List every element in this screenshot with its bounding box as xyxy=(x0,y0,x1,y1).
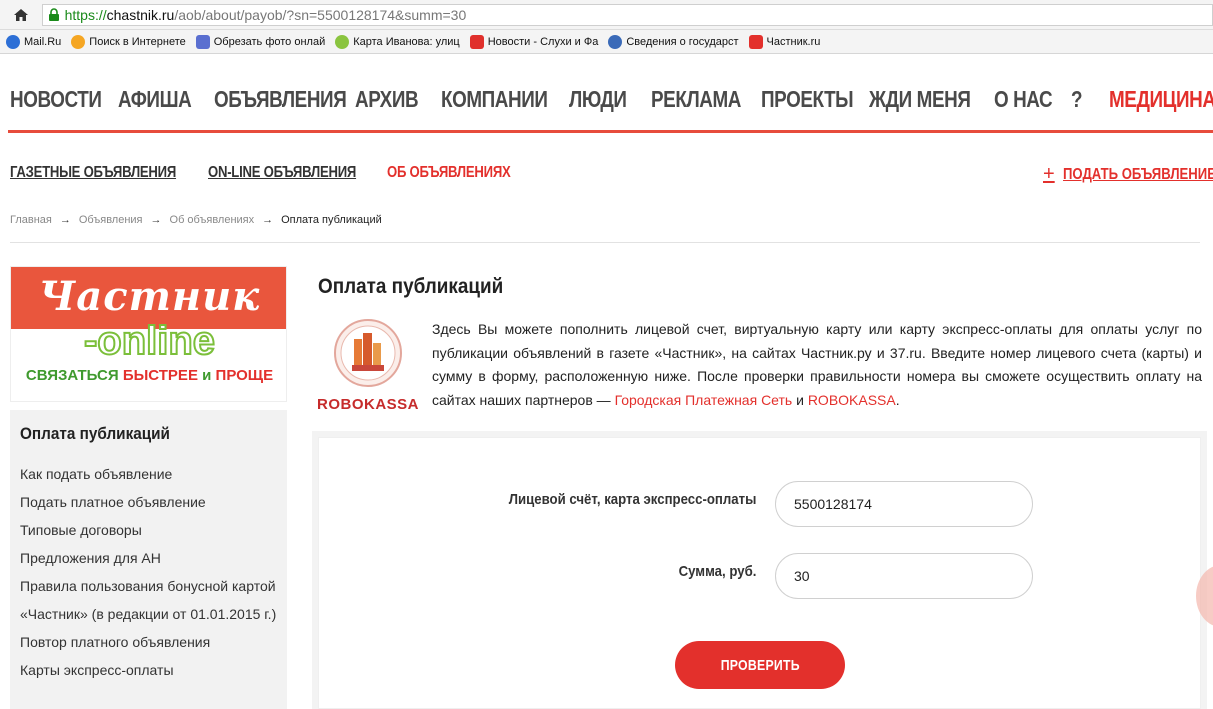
link-robokassa[interactable]: ROBOKASSA xyxy=(808,392,896,408)
post-ad-link[interactable]: + ПОДАТЬ ОБЪЯВЛЕНИЕ xyxy=(1043,163,1213,186)
intro-text: Здесь Вы можете пополнить лицевой счет, … xyxy=(432,321,1202,408)
nav-advertising[interactable]: РЕКЛАМА xyxy=(651,86,741,113)
bookmark-mailru[interactable]: Mail.Ru xyxy=(6,34,61,49)
nav-about[interactable]: О НАС xyxy=(994,86,1053,113)
nav-archive[interactable]: АРХИВ xyxy=(355,86,419,113)
breadcrumb-about-ads[interactable]: Об объявлениях xyxy=(170,214,255,226)
banner-logo: Частник xyxy=(38,273,261,320)
news-icon xyxy=(469,34,484,49)
arrow-right-icon: → xyxy=(262,214,274,226)
map-icon xyxy=(335,34,350,49)
sum-input[interactable] xyxy=(775,553,1033,599)
bookmark-chastnik[interactable]: Частник.ru xyxy=(748,34,820,49)
tab-newspaper-ads[interactable]: ГАЗЕТНЫЕ ОБЪЯВЛЕНИЯ xyxy=(10,164,176,182)
nav-projects[interactable]: ПРОЕКТЫ xyxy=(761,86,854,113)
search-bubble-icon xyxy=(71,34,86,49)
crop-photo-icon xyxy=(195,34,210,49)
mailru-icon xyxy=(6,34,20,49)
sidebar-item-contracts[interactable]: Типовые договоры xyxy=(20,516,280,544)
sidebar-item-express-cards[interactable]: Карты экспресс-оплаты xyxy=(20,656,280,684)
main-nav: НОВОСТИ АФИША ОБЪЯВЛЕНИЯ АРХИВ КОМПАНИИ … xyxy=(0,80,1213,120)
nav-ads[interactable]: ОБЪЯВЛЕНИЯ xyxy=(214,86,347,113)
sidebar-item-paid-ad[interactable]: Подать платное объявление xyxy=(20,488,280,516)
tab-about-ads[interactable]: ОБ ОБЪЯВЛЕНИЯХ xyxy=(387,164,511,182)
banner-online: -online xyxy=(83,318,216,364)
bookmark-crop-photo[interactable]: Обрезать фото онлай xyxy=(195,34,325,49)
nav-wait-for-me[interactable]: ЖДИ МЕНЯ xyxy=(869,86,971,113)
home-icon[interactable] xyxy=(8,4,34,26)
breadcrumb: Главная → Объявления → Об объявлениях → … xyxy=(10,214,382,226)
arrow-right-icon: → xyxy=(150,214,162,226)
tab-online-ads[interactable]: ON-LINE ОБЪЯВЛЕНИЯ xyxy=(208,164,356,182)
banner-tagline: СВЯЗАТЬСЯ БЫСТРЕЕ и ПРОЩЕ xyxy=(25,367,274,384)
nav-question[interactable]: ? xyxy=(1071,86,1083,113)
url-field[interactable]: https://chastnik.ru/aob/about/payob/?sn=… xyxy=(41,3,1213,26)
sidebar-item-repeat-ad[interactable]: Повтор платного объявления xyxy=(20,628,280,656)
emblem-icon xyxy=(608,34,623,49)
sidebar-item-bonus-card-rules[interactable]: Правила пользования бонусной картой «Час… xyxy=(20,572,280,628)
breadcrumb-ads[interactable]: Объявления xyxy=(79,214,143,226)
breadcrumb-home[interactable]: Главная xyxy=(10,214,52,226)
plus-icon: + xyxy=(1043,163,1055,185)
link-city-payment-network[interactable]: Городская Платежная Сеть xyxy=(615,392,793,408)
arrow-right-icon: → xyxy=(59,214,71,226)
url-host: chastnik.ru xyxy=(106,6,175,23)
sidebar-item-how-to-post[interactable]: Как подать объявление xyxy=(20,460,280,488)
bookmark-gov-info[interactable]: Сведения о государст xyxy=(608,34,739,49)
nav-people[interactable]: ЛЮДИ xyxy=(569,86,627,113)
nav-medicine[interactable]: МЕДИЦИНА xyxy=(1109,86,1213,113)
bookmark-news[interactable]: Новости - Слухи и Фа xyxy=(469,34,598,49)
sum-label: Сумма, руб. xyxy=(678,563,756,580)
bookmark-ivanovo-map[interactable]: Карта Иванова: улиц xyxy=(335,34,460,49)
sidebar-title: Оплата публикаций xyxy=(20,424,170,443)
chastnik-online-banner[interactable]: Частник -online СВЯЗАТЬСЯ БЫСТРЕЕ и ПРОЩ… xyxy=(10,266,287,402)
bookmark-search[interactable]: Поиск в Интернете xyxy=(71,34,186,49)
bookmarks-bar: Mail.Ru Поиск в Интернете Обрезать фото … xyxy=(0,30,1213,54)
nav-companies[interactable]: КОМПАНИИ xyxy=(441,86,548,113)
post-ad-label: ПОДАТЬ ОБЪЯВЛЕНИЕ xyxy=(1062,165,1213,183)
payment-partners-logo: ROBOKASSA xyxy=(317,315,419,415)
account-label: Лицевой счёт, карта экспресс-оплаты xyxy=(508,491,756,508)
lock-icon xyxy=(48,7,59,21)
sidebar-links: Как подать объявление Подать платное объ… xyxy=(20,460,280,684)
breadcrumb-divider xyxy=(10,242,1200,243)
page-title: Оплата публикаций xyxy=(318,275,504,298)
breadcrumb-current: Оплата публикаций xyxy=(281,214,382,226)
url-scheme: https:// xyxy=(64,6,107,23)
sidebar-menu: Оплата публикаций Как подать объявление … xyxy=(10,410,287,709)
nav-divider xyxy=(8,130,1213,133)
chastnik-icon xyxy=(748,34,763,49)
robokassa-text: ROBOKASSA xyxy=(318,396,418,413)
sidebar-item-agency-offers[interactable]: Предложения для АН xyxy=(20,544,280,572)
url-path: /aob/about/payob/?sn=5500128174&summ=30 xyxy=(174,6,467,23)
nav-afisha[interactable]: АФИША xyxy=(118,86,192,113)
nav-news[interactable]: НОВОСТИ xyxy=(10,86,102,113)
account-input[interactable] xyxy=(775,481,1033,527)
browser-address-bar: https://chastnik.ru/aob/about/payob/?sn=… xyxy=(0,0,1213,30)
check-button[interactable]: ПРОВЕРИТЬ xyxy=(675,641,845,689)
